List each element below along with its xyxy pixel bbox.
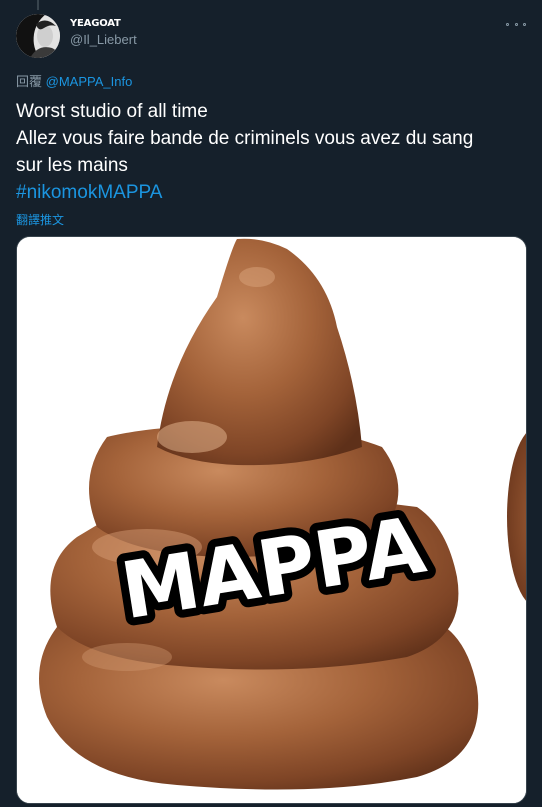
tweet-text-line: Allez vous faire bande de criminels vous… — [16, 128, 474, 149]
translate-tweet-link[interactable]: 翻譯推文 — [16, 211, 64, 228]
reply-context: 回覆 @MAPPA_Info — [16, 71, 132, 90]
reply-prefix: 回覆 — [16, 74, 43, 89]
tweet-text: Worst studio of all time Allez vous fair… — [16, 98, 522, 206]
poop-emoji-image: MAPPA — [17, 237, 526, 803]
avatar[interactable] — [16, 14, 60, 58]
tweet-text-line: Worst studio of all time — [16, 101, 208, 122]
user-names: YEAGOAT @Il_Liebert — [70, 18, 137, 49]
user-handle[interactable]: @Il_Liebert — [70, 32, 137, 48]
hashtag-link[interactable]: #nikomokMAPPA — [16, 179, 522, 206]
tweet-media-image[interactable]: MAPPA — [16, 236, 527, 804]
more-dots-icon[interactable] — [506, 18, 526, 30]
display-name[interactable]: YEAGOAT — [70, 18, 137, 31]
tweet-text-line: sur les mains — [16, 155, 128, 176]
tweet-header: YEAGOAT @Il_Liebert — [16, 12, 528, 60]
tweet: YEAGOAT @Il_Liebert 回覆 @MAPPA_Info Worst… — [0, 0, 542, 807]
reply-to-link[interactable]: @MAPPA_Info — [46, 74, 133, 89]
thread-connector-line — [37, 0, 39, 10]
